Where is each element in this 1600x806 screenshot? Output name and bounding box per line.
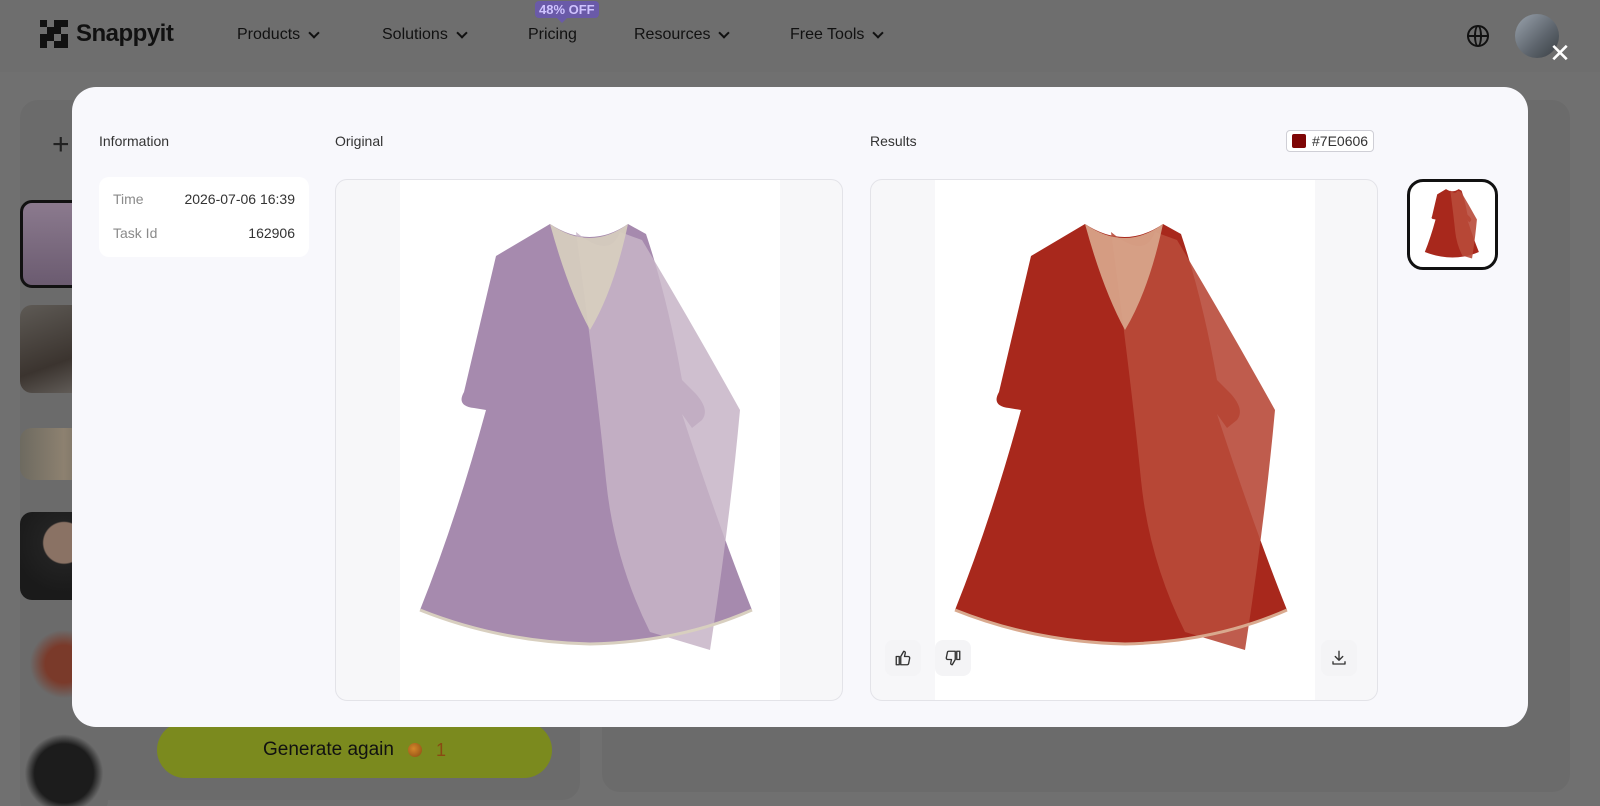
- add-icon[interactable]: +: [52, 128, 70, 162]
- information-card: Time 2026-07-06 16:39 Task Id 162906: [99, 177, 309, 257]
- original-dress-image: [400, 180, 780, 700]
- result-image-frame: [870, 179, 1378, 701]
- time-value: 2026-07-06 16:39: [184, 191, 295, 207]
- nav-resources[interactable]: Resources: [634, 26, 731, 44]
- nav-free-tools-label: Free Tools: [790, 26, 865, 43]
- thumbs-down-icon: [945, 650, 961, 666]
- top-navigation: Snappyit Products Solutions Pricing 48% …: [0, 0, 1600, 72]
- nav-free-tools[interactable]: Free Tools: [790, 26, 885, 44]
- credit-coin-icon: [407, 743, 422, 757]
- pricing-discount-badge: 48% OFF: [535, 1, 599, 23]
- brand-name: Snappyit: [76, 20, 174, 47]
- thumbs-up-icon: [895, 650, 911, 666]
- chevron-down-icon: [308, 27, 320, 39]
- result-color-chip: #7E0606: [1286, 130, 1375, 152]
- nav-solutions[interactable]: Solutions: [382, 26, 468, 44]
- nav-solutions-label: Solutions: [382, 26, 448, 43]
- task-id-label: Task Id: [113, 225, 158, 241]
- original-image-frame: [335, 179, 843, 701]
- information-heading: Information: [99, 133, 170, 149]
- language-globe-icon[interactable]: [1467, 25, 1489, 47]
- thumbs-up-button[interactable]: [885, 640, 921, 676]
- close-modal-icon[interactable]: ✕: [1549, 40, 1571, 66]
- history-thumbnail[interactable]: [20, 725, 108, 806]
- generate-again-button[interactable]: Generate again 1: [157, 722, 552, 778]
- generate-again-label: Generate again: [262, 739, 394, 760]
- time-row: Time 2026-07-06 16:39: [113, 191, 295, 207]
- result-color-swatch: [1292, 134, 1306, 148]
- nav-products[interactable]: Products: [237, 26, 320, 44]
- chevron-down-icon: [718, 27, 731, 39]
- chevron-down-icon: [456, 27, 468, 39]
- download-button[interactable]: [1321, 640, 1357, 676]
- thumbs-down-button[interactable]: [935, 640, 971, 676]
- nav-pricing-label: Pricing: [528, 26, 577, 43]
- brand-logo-icon: [40, 20, 68, 48]
- credit-count: 1: [435, 739, 446, 760]
- nav-pricing[interactable]: Pricing: [528, 26, 577, 44]
- result-thumbnail-selected[interactable]: [1407, 179, 1498, 270]
- result-color-hex: #7E0606: [1312, 133, 1369, 149]
- brand-logo[interactable]: Snappyit: [40, 20, 174, 48]
- chevron-down-icon: [872, 27, 885, 39]
- task-id-value: 162906: [248, 225, 295, 241]
- task-id-row: Task Id 162906: [113, 225, 295, 241]
- results-heading: Results: [870, 133, 917, 149]
- original-heading: Original: [335, 133, 384, 149]
- nav-products-label: Products: [237, 26, 301, 43]
- time-label: Time: [113, 191, 144, 207]
- download-icon: [1332, 650, 1346, 665]
- result-dress-image: [935, 180, 1315, 700]
- result-detail-modal: Information Original Results Time 2026-0…: [72, 87, 1528, 727]
- nav-resources-label: Resources: [634, 26, 711, 43]
